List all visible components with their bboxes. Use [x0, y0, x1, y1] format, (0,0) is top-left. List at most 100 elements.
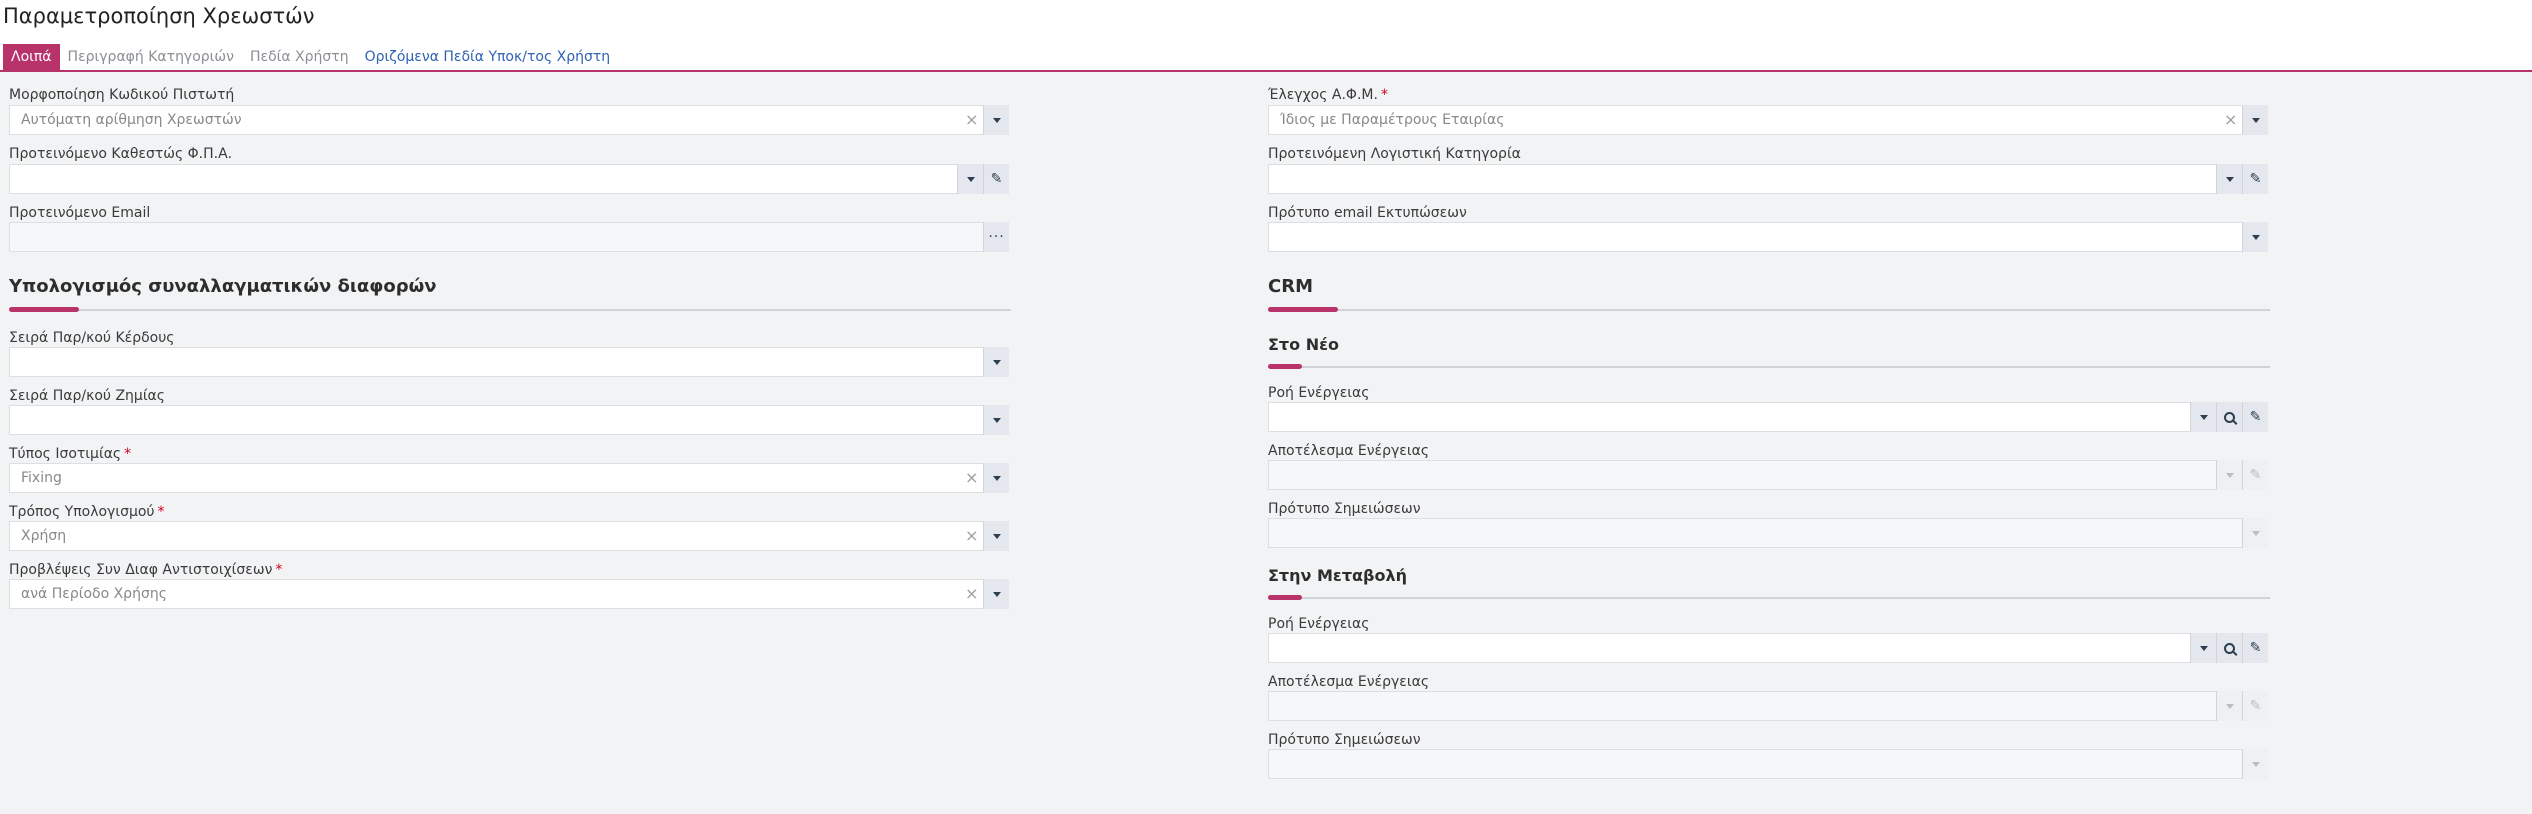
pencil-icon: ✎ — [2249, 640, 2262, 656]
search-button[interactable] — [2216, 633, 2242, 663]
tab-category-descriptions[interactable]: Περιγραφή Κατηγοριών — [60, 44, 242, 70]
default-vat-status-label: Προτεινόμενο Καθεστώς Φ.Π.Α. — [9, 146, 233, 162]
chevron-down-icon — [2225, 472, 2234, 478]
dropdown-button[interactable] — [983, 463, 1009, 493]
dropdown-button[interactable] — [2216, 164, 2242, 194]
new-action-flow-label: Ροή Ενέργειας — [1268, 385, 1370, 401]
section-accent — [1268, 307, 1338, 312]
clear-icon[interactable]: × — [965, 464, 978, 492]
dropdown-button[interactable] — [983, 347, 1009, 377]
dropdown-button[interactable] — [2216, 691, 2242, 721]
pencil-icon: ✎ — [2249, 698, 2262, 714]
crm-section-title: CRM — [1268, 276, 1313, 297]
provisions-select[interactable]: ανά Περίοδο Χρήσης × — [9, 579, 1009, 609]
tab-other[interactable]: Λοιπά — [3, 44, 60, 70]
edit-button[interactable]: ✎ — [2242, 164, 2268, 194]
new-notes-template-select[interactable] — [1268, 518, 2268, 548]
dropdown-button[interactable] — [983, 521, 1009, 551]
chevron-down-icon — [992, 591, 1001, 597]
ellipsis-icon: ··· — [988, 229, 1005, 245]
change-action-result-label: Αποτέλεσμα Ενέργειας — [1268, 674, 1430, 690]
vat-check-select[interactable]: Ίδιος με Παραμέτρους Εταιρίας × — [1268, 105, 2268, 135]
dropdown-button[interactable] — [983, 405, 1009, 435]
new-notes-template-label: Πρότυπο Σημειώσεων — [1268, 501, 1421, 517]
dropdown-button[interactable] — [2242, 518, 2268, 548]
profit-series-label: Σειρά Παρ/κού Κέρδους — [9, 330, 175, 346]
dropdown-button[interactable] — [2216, 460, 2242, 490]
loss-series-select[interactable] — [9, 405, 1009, 435]
exchange-rate-type-label: Τύπος Ισοτιμίας * — [9, 446, 132, 462]
creditor-code-format-label: Μορφοποίηση Κωδικού Πιστωτή — [9, 87, 235, 103]
subsection-divider — [1268, 366, 2270, 368]
dropdown-button[interactable] — [2242, 105, 2268, 135]
search-icon — [2224, 642, 2235, 654]
change-action-result-select[interactable]: ✎ — [1268, 691, 2268, 721]
chevron-down-icon — [2251, 761, 2260, 767]
section-accent — [9, 307, 79, 312]
print-email-template-label: Πρότυπο email Εκτυπώσεων — [1268, 205, 1467, 221]
on-new-subsection-title: Στο Νέο — [1268, 335, 1339, 354]
dropdown-button[interactable] — [2190, 633, 2216, 663]
edit-button[interactable]: ✎ — [2242, 633, 2268, 663]
search-icon — [2224, 411, 2235, 423]
change-notes-template-select[interactable] — [1268, 749, 2268, 779]
change-notes-template-label: Πρότυπο Σημειώσεων — [1268, 732, 1421, 748]
search-button[interactable] — [2216, 402, 2242, 432]
exchange-rate-type-select[interactable]: Fixing × — [9, 463, 1009, 493]
subsection-accent — [1268, 364, 1302, 369]
edit-button[interactable]: ✎ — [2242, 402, 2268, 432]
chevron-down-icon — [966, 176, 975, 182]
clear-icon[interactable]: × — [965, 522, 978, 550]
dropdown-button[interactable] — [983, 105, 1009, 135]
print-email-template-select[interactable] — [1268, 222, 2268, 252]
dropdown-button[interactable] — [2242, 749, 2268, 779]
chevron-down-icon — [2199, 414, 2208, 420]
profit-series-select[interactable] — [9, 347, 1009, 377]
pencil-icon: ✎ — [990, 171, 1003, 187]
change-action-flow-select[interactable]: ✎ — [1268, 633, 2268, 663]
default-account-category-select[interactable]: ✎ — [1268, 164, 2268, 194]
dropdown-button[interactable] — [957, 164, 983, 194]
more-button[interactable]: ··· — [983, 222, 1009, 252]
default-vat-status-select[interactable]: ✎ — [9, 164, 1009, 194]
clear-icon[interactable]: × — [2224, 106, 2237, 134]
edit-button[interactable]: ✎ — [2242, 691, 2268, 721]
dropdown-button[interactable] — [2242, 222, 2268, 252]
new-action-result-select[interactable]: ✎ — [1268, 460, 2268, 490]
edit-button[interactable]: ✎ — [983, 164, 1009, 194]
page-title: Παραμετροποίηση Χρεωστών — [3, 4, 315, 28]
change-action-flow-label: Ροή Ενέργειας — [1268, 616, 1370, 632]
chevron-down-icon — [2251, 117, 2260, 123]
exchange-rate-type-value: Fixing — [21, 470, 62, 486]
tab-user-subaccount-fields[interactable]: Οριζόμενα Πεδία Υποκ/τος Χρήστη — [357, 44, 619, 70]
provisions-value: ανά Περίοδο Χρήσης — [21, 586, 167, 602]
page-header: Παραμετροποίηση Χρεωστών Λοιπά Περιγραφή… — [0, 0, 2532, 70]
default-email-field[interactable]: ··· — [9, 222, 1009, 252]
section-divider — [1268, 309, 2270, 311]
new-action-result-label: Αποτέλεσμα Ενέργειας — [1268, 443, 1430, 459]
vat-check-label: Έλεγχος Α.Φ.Μ. * — [1268, 87, 1388, 103]
clear-icon[interactable]: × — [965, 580, 978, 608]
on-change-subsection-title: Στην Μεταβολή — [1268, 566, 1407, 585]
dropdown-button[interactable] — [2190, 402, 2216, 432]
section-divider — [9, 309, 1011, 311]
tab-user-fields[interactable]: Πεδία Χρήστη — [242, 44, 357, 70]
dropdown-button[interactable] — [983, 579, 1009, 609]
chevron-down-icon — [2251, 234, 2260, 240]
creditor-code-format-value: Αυτόματη αρίθμηση Χρεωστών — [21, 112, 242, 128]
chevron-down-icon — [992, 117, 1001, 123]
new-action-flow-select[interactable]: ✎ — [1268, 402, 2268, 432]
vat-check-value: Ίδιος με Παραμέτρους Εταιρίας — [1280, 112, 1505, 128]
pencil-icon: ✎ — [2249, 409, 2262, 425]
calculation-method-label: Τρόπος Υπολογισμού * — [9, 504, 165, 520]
edit-button[interactable]: ✎ — [2242, 460, 2268, 490]
tab-bar: Λοιπά Περιγραφή Κατηγοριών Πεδία Χρήστη … — [3, 44, 618, 70]
pencil-icon: ✎ — [2249, 467, 2262, 483]
chevron-down-icon — [992, 359, 1001, 365]
calculation-method-select[interactable]: Χρήση × — [9, 521, 1009, 551]
clear-icon[interactable]: × — [965, 106, 978, 134]
default-account-category-label: Προτεινόμενη Λογιστική Κατηγορία — [1268, 146, 1521, 162]
chevron-down-icon — [992, 417, 1001, 423]
chevron-down-icon — [992, 475, 1001, 481]
creditor-code-format-select[interactable]: Αυτόματη αρίθμηση Χρεωστών × — [9, 105, 1009, 135]
